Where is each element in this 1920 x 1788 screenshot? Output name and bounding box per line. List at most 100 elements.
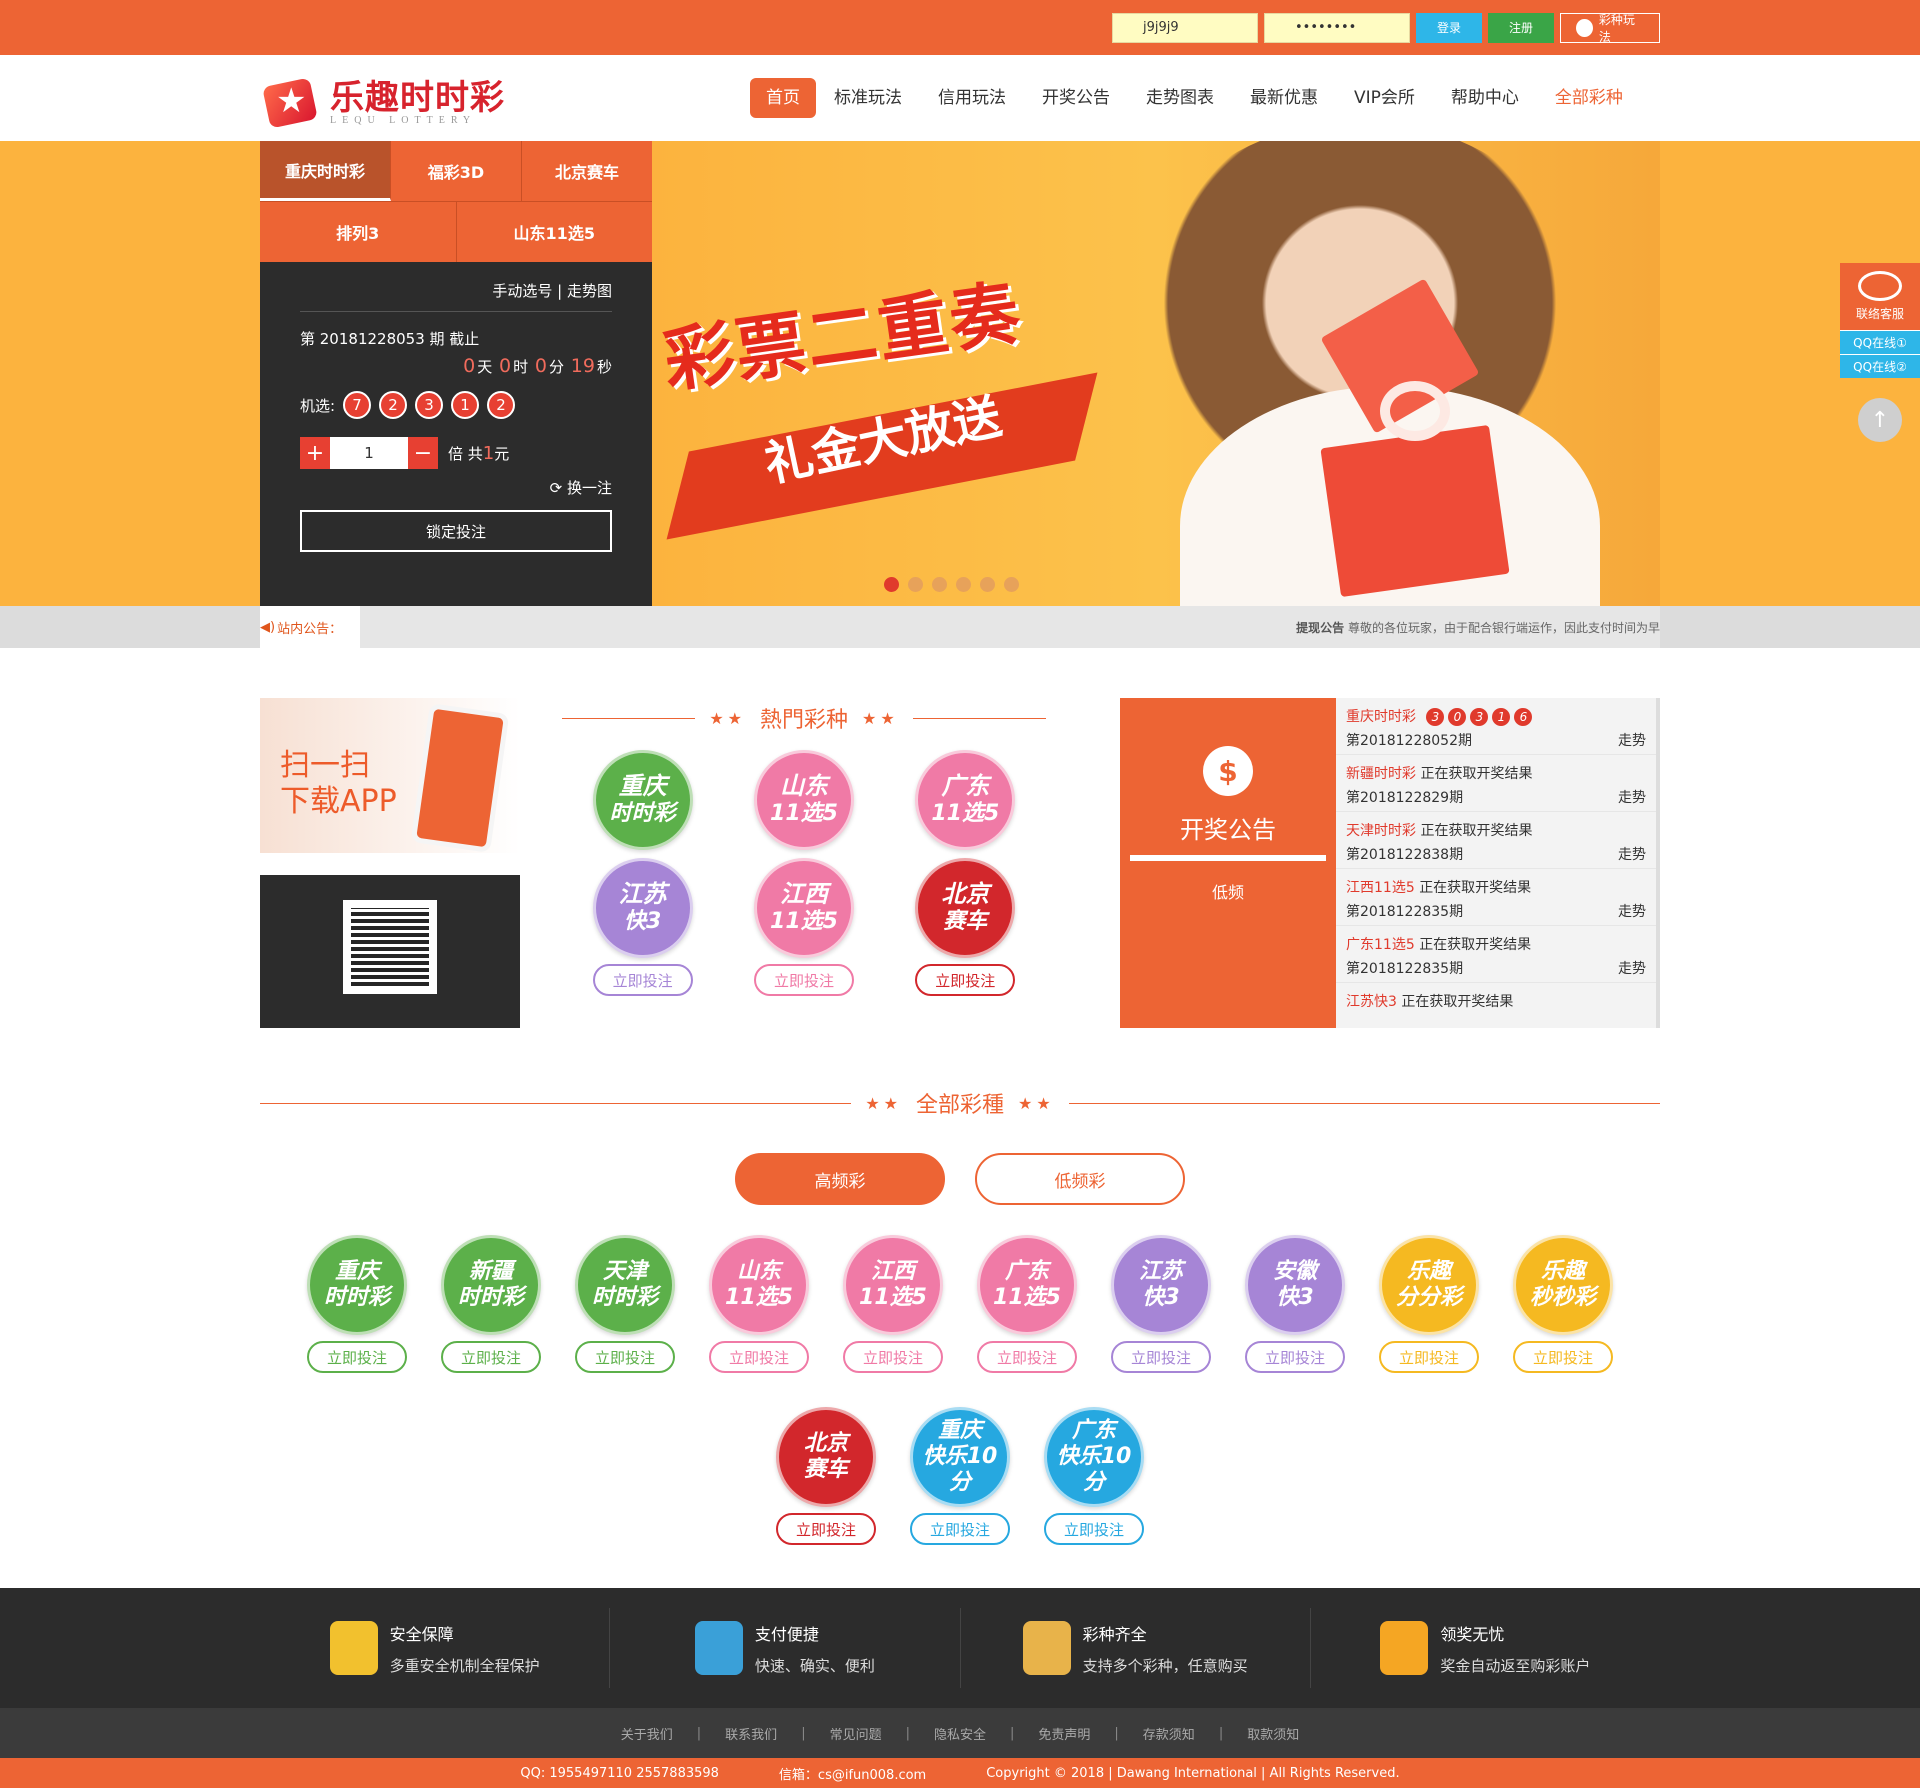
lottery-logo[interactable]: 重庆 快乐10分	[910, 1407, 1010, 1507]
draw-row[interactable]: 江苏快3 正在获取开奖结果	[1336, 983, 1656, 1028]
trend-link[interactable]: 走势	[1618, 730, 1646, 750]
nav-home[interactable]: 首页	[750, 78, 816, 118]
lottery-logo[interactable]: 重庆 时时彩	[592, 750, 693, 850]
lottery-item[interactable]: 重庆时时彩立即投注	[562, 750, 723, 850]
lottery-logo[interactable]: 广东 11选5	[977, 1235, 1077, 1335]
lottery-item[interactable]: 乐趣 秒秒彩 立即投注	[1513, 1235, 1613, 1373]
nav-draw-results[interactable]: 开奖公告	[1024, 78, 1128, 118]
lottery-item[interactable]: 北京 赛车 立即投注	[776, 1407, 876, 1545]
draw-list[interactable]: 重庆时时彩 30316 第20181228052期 走势 新疆时时彩 正在获取开奖结…	[1336, 698, 1660, 1028]
lottery-logo[interactable]: 江西 11选5	[843, 1235, 943, 1335]
bet-now-button[interactable]: 立即投注	[1044, 1513, 1144, 1545]
lottery-item[interactable]: 广东11选5 立即投注	[977, 1235, 1077, 1373]
lottery-item[interactable]: 广东11选5立即投注	[885, 750, 1046, 850]
bet-now-button[interactable]: 立即投注	[1245, 1341, 1345, 1373]
tab-high-frequency[interactable]: 高频彩	[735, 1153, 945, 1205]
nav-all-lotteries[interactable]: 全部彩种	[1537, 78, 1641, 118]
bet-now-button[interactable]: 立即投注	[753, 964, 854, 996]
carousel-dot[interactable]	[1004, 577, 1019, 592]
lottery-logo[interactable]: 江苏 快3	[592, 858, 693, 958]
notice-message[interactable]: 提现公告 尊敬的各位玩家，由于配合银行端运作，因此支付时间为早	[1296, 619, 1660, 636]
qq-online-2[interactable]: QQ在线②	[1840, 354, 1920, 378]
bet-now-button[interactable]: 立即投注	[441, 1341, 541, 1373]
lottery-item[interactable]: 新疆 时时彩 立即投注	[441, 1235, 541, 1373]
carousel-dot[interactable]	[908, 577, 923, 592]
customer-service-button[interactable]: 联络客服	[1840, 263, 1920, 330]
lottery-logo[interactable]: 重庆 时时彩	[307, 1235, 407, 1335]
lottery-logo[interactable]: 乐趣 秒秒彩	[1513, 1235, 1613, 1335]
nav-vip[interactable]: VIP会所	[1336, 78, 1433, 118]
trend-link[interactable]: 走势	[1618, 787, 1646, 807]
lottery-item[interactable]: 江西 11选5 立即投注	[723, 858, 884, 996]
site-logo[interactable]: ★ 乐趣时时彩 LEQU LOTTERY	[260, 70, 730, 129]
login-button[interactable]: 登录	[1416, 12, 1482, 43]
swap-button[interactable]: ⟳ 换一注	[300, 477, 612, 498]
lottery-logo[interactable]: 山东 11选5	[753, 750, 854, 850]
footer-link[interactable]: 取款须知	[1223, 1724, 1323, 1743]
carousel-dot[interactable]	[956, 577, 971, 592]
lottery-item[interactable]: 北京 赛车 立即投注	[885, 858, 1046, 996]
lottery-item[interactable]: 重庆 快乐10分立即投注	[910, 1407, 1010, 1545]
nav-promotions[interactable]: 最新优惠	[1232, 78, 1336, 118]
bet-now-button[interactable]: 立即投注	[977, 1341, 1077, 1373]
app-download[interactable]: 扫一扫 下载APP	[260, 698, 520, 1028]
back-to-top-button[interactable]: ↑	[1858, 398, 1902, 442]
tab-beijing-racing[interactable]: 北京赛车	[522, 141, 652, 201]
trend-link[interactable]: 走势	[1618, 958, 1646, 978]
scrollbar[interactable]	[1656, 698, 1660, 788]
bet-now-button[interactable]: 立即投注	[910, 1513, 1010, 1545]
footer-link[interactable]: 免责声明	[1014, 1724, 1114, 1743]
username-input[interactable]: j9j9j9	[1112, 12, 1258, 43]
bet-now-button[interactable]: 立即投注	[575, 1341, 675, 1373]
tab-fucai-3d[interactable]: 福彩3D	[391, 141, 522, 201]
carousel-dot[interactable]	[932, 577, 947, 592]
lottery-item[interactable]: 山东11选5 立即投注	[709, 1235, 809, 1373]
bet-now-button[interactable]: 立即投注	[1379, 1341, 1479, 1373]
footer-link[interactable]: 常见问题	[806, 1724, 906, 1743]
nav-credit-play[interactable]: 信用玩法	[920, 78, 1024, 118]
lottery-play-button[interactable]: 彩种玩法	[1560, 12, 1660, 44]
register-button[interactable]: 注册	[1488, 12, 1554, 43]
lottery-logo[interactable]: 天津 时时彩	[575, 1235, 675, 1335]
lottery-item[interactable]: 乐趣 分分彩 立即投注	[1379, 1235, 1479, 1373]
nav-standard-play[interactable]: 标准玩法	[816, 78, 920, 118]
lottery-logo[interactable]: 安徽 快3	[1245, 1235, 1345, 1335]
bet-now-button[interactable]: 立即投注	[592, 964, 693, 996]
lottery-logo[interactable]: 江苏 快3	[1111, 1235, 1211, 1335]
lottery-logo[interactable]: 新疆 时时彩	[441, 1235, 541, 1335]
carousel-dot[interactable]	[980, 577, 995, 592]
lock-bet-button[interactable]: 锁定投注	[300, 510, 612, 552]
carousel-dot[interactable]	[884, 577, 899, 592]
lottery-logo[interactable]: 山东 11选5	[709, 1235, 809, 1335]
trend-link[interactable]: 走势	[1618, 844, 1646, 864]
banner-image[interactable]: 彩票二重奏 礼金大放送	[652, 141, 1660, 606]
draw-row[interactable]: 广东11选5 正在获取开奖结果 第2018122835期 走势	[1336, 926, 1656, 983]
footer-link[interactable]: 关于我们	[597, 1724, 697, 1743]
draw-row[interactable]: 新疆时时彩 正在获取开奖结果 第2018122829期 走势	[1336, 755, 1656, 812]
lottery-item[interactable]: 山东11选5立即投注	[723, 750, 884, 850]
bet-now-button[interactable]: 立即投注	[843, 1341, 943, 1373]
draw-row[interactable]: 重庆时时彩 30316 第20181228052期 走势	[1336, 698, 1656, 755]
lottery-logo[interactable]: 广东 快乐10分	[1044, 1407, 1144, 1507]
bet-now-button[interactable]: 立即投注	[307, 1341, 407, 1373]
lottery-item[interactable]: 江西 11选5 立即投注	[843, 1235, 943, 1373]
lottery-item[interactable]: 天津 时时彩 立即投注	[575, 1235, 675, 1373]
manual-trend-links[interactable]: 手动选号 | 走势图	[300, 280, 612, 312]
lottery-logo[interactable]: 北京 赛车	[915, 858, 1016, 958]
footer-link[interactable]: 隐私安全	[910, 1724, 1010, 1743]
bet-now-button[interactable]: 立即投注	[709, 1341, 809, 1373]
tab-shandong-11x5[interactable]: 山东11选5	[456, 202, 652, 262]
multiple-input[interactable]: 1	[330, 437, 408, 469]
draw-row[interactable]: 江西11选5 正在获取开奖结果 第2018122835期 走势	[1336, 869, 1656, 926]
lottery-logo[interactable]: 北京 赛车	[776, 1407, 876, 1507]
low-freq-tab[interactable]: 低频	[1212, 879, 1244, 903]
password-input[interactable]: ••••••••	[1264, 12, 1410, 43]
tab-low-frequency[interactable]: 低频彩	[975, 1153, 1185, 1205]
lottery-logo[interactable]: 乐趣 分分彩	[1379, 1235, 1479, 1335]
lottery-item[interactable]: 广东 快乐10分立即投注	[1044, 1407, 1144, 1545]
lottery-item[interactable]: 安徽 快3 立即投注	[1245, 1235, 1345, 1373]
lottery-item[interactable]: 重庆时时彩立即投注	[307, 1235, 407, 1373]
trend-link[interactable]: 走势	[1618, 901, 1646, 921]
bet-now-button[interactable]: 立即投注	[1111, 1341, 1211, 1373]
lottery-item[interactable]: 江苏 快3 立即投注	[1111, 1235, 1211, 1373]
